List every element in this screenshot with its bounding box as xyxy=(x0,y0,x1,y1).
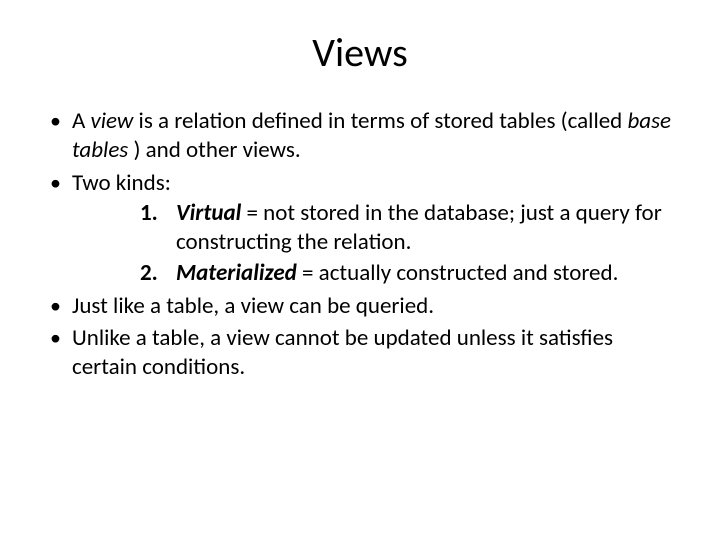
bullet-two-kinds: Two kinds: 1. Virtual = not stored in th… xyxy=(44,169,676,288)
text: Just like a table, a view can be queried… xyxy=(72,292,434,320)
text: = actually constructed and stored. xyxy=(297,259,619,287)
text: Unlike a table, a view cannot be updated… xyxy=(72,324,613,381)
term-view: view xyxy=(91,107,134,135)
bullet-view-definition: A view is a relation defined in terms of… xyxy=(44,107,676,165)
term-materialized: Materialized xyxy=(176,259,297,287)
slide-title: Views xyxy=(0,0,720,107)
bullet-list: A view is a relation defined in terms of… xyxy=(44,107,676,382)
kinds-list: 1. Virtual = not stored in the database;… xyxy=(72,199,676,287)
bullet-queried: Just like a table, a view can be queried… xyxy=(44,292,676,321)
kind-virtual: 1. Virtual = not stored in the database;… xyxy=(140,199,676,257)
list-number: 1. xyxy=(140,199,158,228)
text: A xyxy=(72,107,91,135)
text: is a relation defined in terms of stored… xyxy=(133,107,627,135)
kind-materialized: 2. Materialized = actually constructed a… xyxy=(140,259,676,288)
text: = not stored in the database; just a que… xyxy=(176,199,662,256)
list-number: 2. xyxy=(140,259,158,288)
slide: Views A view is a relation defined in te… xyxy=(0,0,720,540)
text: Two kinds: xyxy=(72,169,171,197)
text: ) and other views. xyxy=(128,136,300,164)
term-virtual: Virtual xyxy=(176,199,241,227)
slide-body: A view is a relation defined in terms of… xyxy=(0,107,720,382)
bullet-update-conditions: Unlike a table, a view cannot be updated… xyxy=(44,324,676,382)
